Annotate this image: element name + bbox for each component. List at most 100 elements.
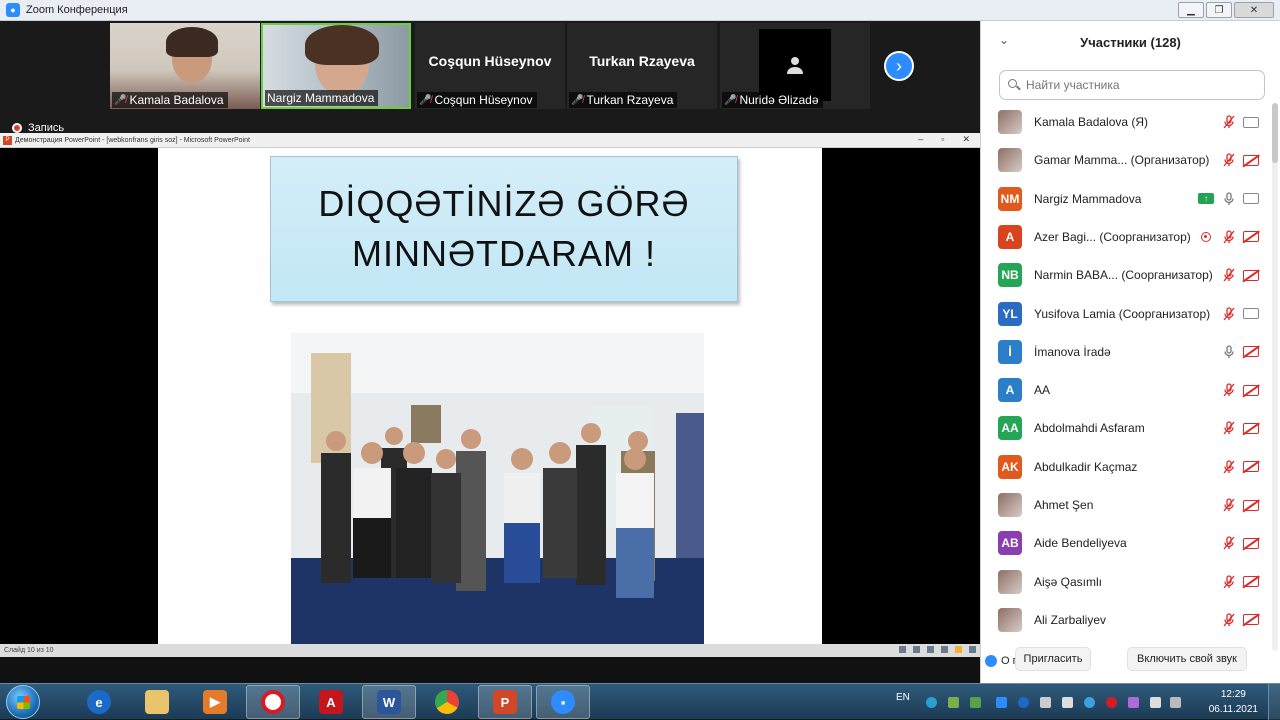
mic-muted-icon[interactable]: [1222, 115, 1236, 129]
invite-button[interactable]: Пригласить: [1015, 647, 1091, 671]
next-page-button[interactable]: ›: [884, 51, 914, 81]
taskbar-zoom[interactable]: ▪: [536, 685, 590, 719]
participant-name: Aide Bendeliyeva: [1034, 536, 1127, 551]
video-off-icon[interactable]: [1243, 499, 1259, 511]
taskbar-ie[interactable]: e: [72, 685, 126, 719]
video-off-icon[interactable]: [1243, 346, 1259, 358]
mic-muted-icon[interactable]: [1222, 460, 1236, 474]
window-titlebar: ● Zoom Конференция ▁ ❐ ✕: [0, 0, 1280, 21]
participant-row[interactable]: Kamala Badalova (Я): [981, 103, 1269, 141]
participant-row[interactable]: NB Narmin BABA... (Соорганизатор): [981, 256, 1269, 294]
mic-muted-icon[interactable]: [1222, 613, 1236, 627]
video-off-icon[interactable]: [1243, 422, 1259, 434]
mic-muted-icon[interactable]: [1222, 421, 1236, 435]
taskbar-word[interactable]: W: [362, 685, 416, 719]
mic-icon[interactable]: [1222, 345, 1236, 359]
zoom-tray-icon[interactable]: [996, 697, 1007, 708]
mic-muted-icon[interactable]: [1222, 498, 1236, 512]
search-input[interactable]: [1026, 78, 1246, 92]
video-off-icon[interactable]: [1243, 269, 1259, 281]
video-tile-coskun[interactable]: Coşqun Hüseynov 🎤̸ Coşqun Hüseynov: [415, 23, 565, 109]
show-desktop-button[interactable]: [1268, 684, 1280, 720]
participant-row[interactable]: AB Aide Bendeliyeva: [981, 524, 1269, 562]
maximize-button[interactable]: ❐: [1206, 2, 1232, 18]
unmute-button[interactable]: Включить свой звук: [1127, 647, 1247, 671]
flag-icon[interactable]: [1170, 697, 1181, 708]
video-icon[interactable]: [1243, 116, 1259, 128]
tray-icon[interactable]: [926, 697, 937, 708]
mic-muted-icon[interactable]: [1222, 153, 1236, 167]
video-off-icon[interactable]: [1243, 154, 1259, 166]
video-off-icon[interactable]: [1243, 461, 1259, 473]
bluetooth-icon[interactable]: [1018, 697, 1029, 708]
avatar: A: [998, 224, 1022, 249]
avatar: [998, 607, 1022, 632]
start-button[interactable]: [6, 685, 40, 719]
mic-muted-icon[interactable]: [1222, 306, 1236, 321]
mic-muted-icon[interactable]: [1222, 230, 1236, 244]
participant-row[interactable]: YL Yusifova Lamia (Соорганизатор): [981, 295, 1269, 333]
taskbar-opera[interactable]: [246, 685, 300, 719]
tile-name: Turkan Rzayeva: [586, 93, 674, 107]
taskbar-acrobat[interactable]: A: [304, 685, 358, 719]
mic-icon[interactable]: [1222, 191, 1236, 206]
tray-icon[interactable]: [1150, 697, 1161, 708]
avatar: AK: [998, 454, 1022, 479]
participant-row[interactable]: İ İmanova İradə: [981, 333, 1269, 371]
tray-icon[interactable]: [1128, 697, 1139, 708]
close-button[interactable]: ✕: [1234, 2, 1274, 18]
clock[interactable]: 12:29 06.11.2021: [1209, 687, 1258, 717]
tray-icon[interactable]: [1106, 697, 1117, 708]
taskbar-explorer[interactable]: [130, 685, 184, 719]
participant-row[interactable]: AA Abdolmahdi Asfaram: [981, 409, 1269, 447]
video-icon[interactable]: [1243, 308, 1259, 319]
participant-row[interactable]: A AA: [981, 371, 1269, 409]
video-tile-kamala[interactable]: 🎤̸ Kamala Badalova: [110, 23, 260, 109]
video-off-icon[interactable]: [1243, 537, 1259, 549]
video-icon[interactable]: [1243, 193, 1259, 205]
video-off-icon[interactable]: [1243, 576, 1259, 588]
mic-muted-icon[interactable]: [1222, 536, 1236, 550]
participant-row[interactable]: Gamar Mamma... (Организатор): [981, 141, 1269, 179]
taskbar-media[interactable]: ▶: [188, 685, 242, 719]
video-off-icon[interactable]: [1243, 614, 1259, 626]
avatar: [998, 569, 1022, 594]
mic-muted-icon[interactable]: [1222, 574, 1236, 589]
participant-row[interactable]: Ali Zarbaliyev: [981, 601, 1269, 639]
taskbar-chrome[interactable]: [420, 685, 474, 719]
network-icon[interactable]: [1062, 697, 1073, 708]
participant-row[interactable]: Ahmet Şen: [981, 486, 1269, 524]
mic-muted-icon[interactable]: [1222, 268, 1236, 282]
tile-display-name: Coşqun Hüseynov: [428, 53, 552, 69]
tray-icon[interactable]: [948, 697, 959, 708]
tray-icon[interactable]: [1084, 697, 1095, 708]
video-off-icon[interactable]: [1243, 384, 1259, 396]
volume-icon[interactable]: [1040, 697, 1051, 708]
language-indicator[interactable]: EN: [896, 692, 910, 703]
participant-row[interactable]: AK Abdulkadir Kaçmaz: [981, 448, 1269, 486]
minimize-button[interactable]: ▁: [1178, 2, 1204, 18]
tile-name: Coşqun Hüseynov: [434, 93, 533, 107]
participant-row[interactable]: Aişə Qasımlı: [981, 563, 1269, 601]
powerpoint-icon: P: [493, 690, 517, 714]
video-tile-nurida[interactable]: 🎤̸ Nuridə Əlizadə: [720, 23, 870, 109]
participant-name: Narmin BABA... (Соорганизатор): [1034, 268, 1213, 283]
participant-search[interactable]: [999, 70, 1265, 100]
share-screen-icon: ↑: [1198, 193, 1214, 205]
participant-name: Abdulkadir Kaçmaz: [1034, 459, 1138, 474]
avatar: AB: [998, 531, 1022, 556]
slide-title: DİQQƏTİNİZƏ GÖRƏ MINNƏTDARAM !: [318, 183, 690, 274]
opera-icon: [261, 690, 285, 714]
collapse-chevron-icon[interactable]: ⌄: [999, 33, 1009, 47]
video-tile-nargiz[interactable]: Nargiz Mammadova: [261, 23, 411, 109]
participant-row[interactable]: A Azer Bagi... (Соорганизатор): [981, 218, 1269, 256]
participants-scrollbar[interactable]: [1272, 103, 1278, 651]
video-off-icon[interactable]: [1243, 231, 1259, 243]
recording-icon: [1201, 231, 1211, 242]
avatar: NB: [998, 263, 1022, 288]
taskbar-powerpoint[interactable]: P: [478, 685, 532, 719]
tray-icon[interactable]: [970, 697, 981, 708]
video-tile-turkan[interactable]: Turkan Rzayeva 🎤̸ Turkan Rzayeva: [567, 23, 717, 109]
mic-muted-icon[interactable]: [1222, 383, 1236, 397]
participant-row[interactable]: NM Nargiz Mammadova ↑: [981, 180, 1269, 218]
